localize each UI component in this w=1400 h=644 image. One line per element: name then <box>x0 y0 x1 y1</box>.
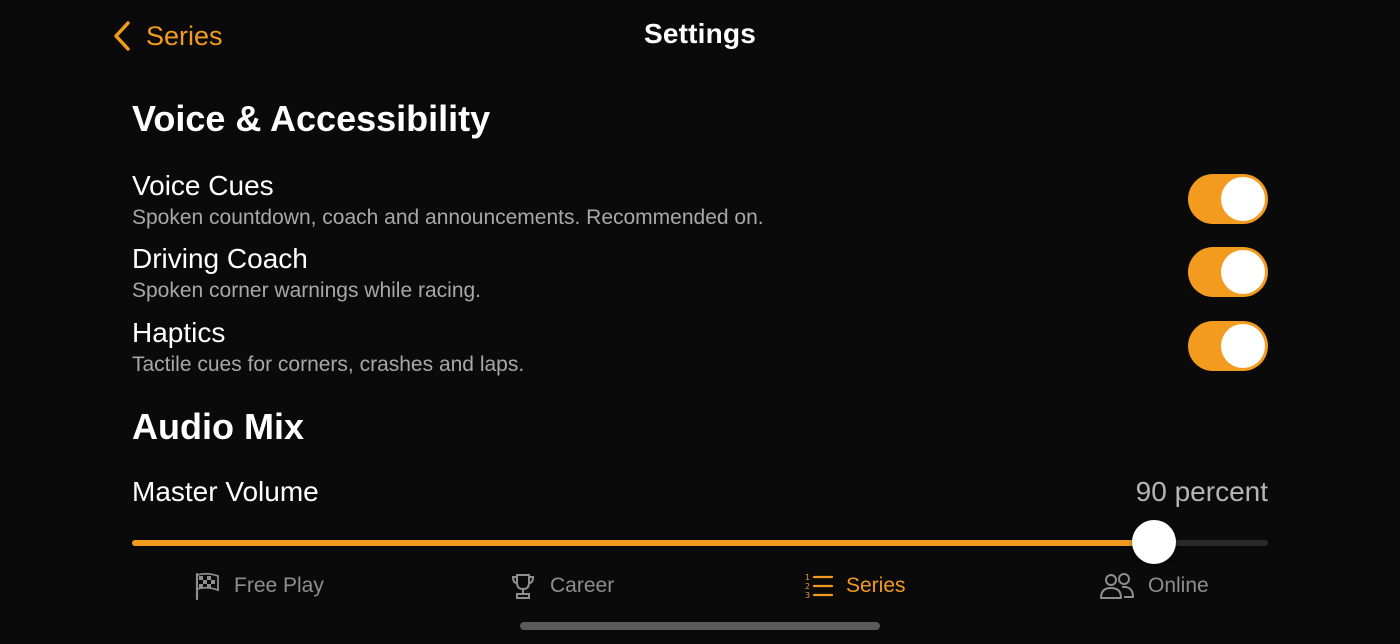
slider-fill <box>132 540 1155 546</box>
svg-text:1: 1 <box>805 573 810 582</box>
setting-title: Haptics <box>132 317 226 348</box>
toggle-knob <box>1221 324 1265 368</box>
home-indicator[interactable] <box>520 622 880 630</box>
tab-label: Career <box>550 574 615 597</box>
tab-label: Online <box>1148 574 1209 597</box>
setting-row-haptics: Haptics Tactile cues for corners, crashe… <box>132 317 1268 383</box>
tab-free-play[interactable]: Free Play <box>192 566 324 606</box>
numbered-list-icon: 1 2 3 <box>805 573 834 600</box>
setting-row-voice-cues: Voice Cues Spoken countdown, coach and a… <box>132 170 1268 236</box>
master-volume-label: Master Volume <box>132 476 319 507</box>
tab-online[interactable]: Online <box>1098 566 1209 606</box>
section-title-audio: Audio Mix <box>132 406 304 447</box>
setting-row-driving-coach: Driving Coach Spoken corner warnings whi… <box>132 243 1268 309</box>
master-volume-value: 90 percent <box>1135 476 1268 507</box>
setting-subtitle: Spoken countdown, coach and announcement… <box>132 206 764 229</box>
tab-label: Series <box>846 574 906 597</box>
tab-label: Free Play <box>234 574 324 597</box>
toggle-knob <box>1221 250 1265 294</box>
settings-screen: Series Settings Voice & Accessibility Vo… <box>0 0 1400 644</box>
svg-text:3: 3 <box>805 591 810 600</box>
master-volume-slider[interactable] <box>132 520 1268 564</box>
setting-subtitle: Tactile cues for corners, crashes and la… <box>132 353 525 376</box>
setting-title: Voice Cues <box>132 170 274 201</box>
page-title: Settings <box>643 18 757 49</box>
tab-bar: Free Play Career 1 2 3 Series Online <box>0 556 1400 616</box>
toggle-knob <box>1221 177 1265 221</box>
people-icon <box>1100 573 1134 599</box>
checkered-flag-icon <box>195 572 219 601</box>
setting-subtitle: Spoken corner warnings while racing. <box>132 279 482 302</box>
setting-title: Driving Coach <box>132 243 308 274</box>
driving-coach-toggle[interactable] <box>1188 247 1268 297</box>
haptics-toggle[interactable] <box>1188 321 1268 371</box>
section-title-voice: Voice & Accessibility <box>132 98 491 139</box>
trophy-icon <box>511 574 535 599</box>
voice-cues-toggle[interactable] <box>1188 174 1268 224</box>
tab-career[interactable]: Career <box>508 566 614 606</box>
svg-text:2: 2 <box>805 582 810 591</box>
tab-series[interactable]: 1 2 3 Series <box>804 566 906 606</box>
